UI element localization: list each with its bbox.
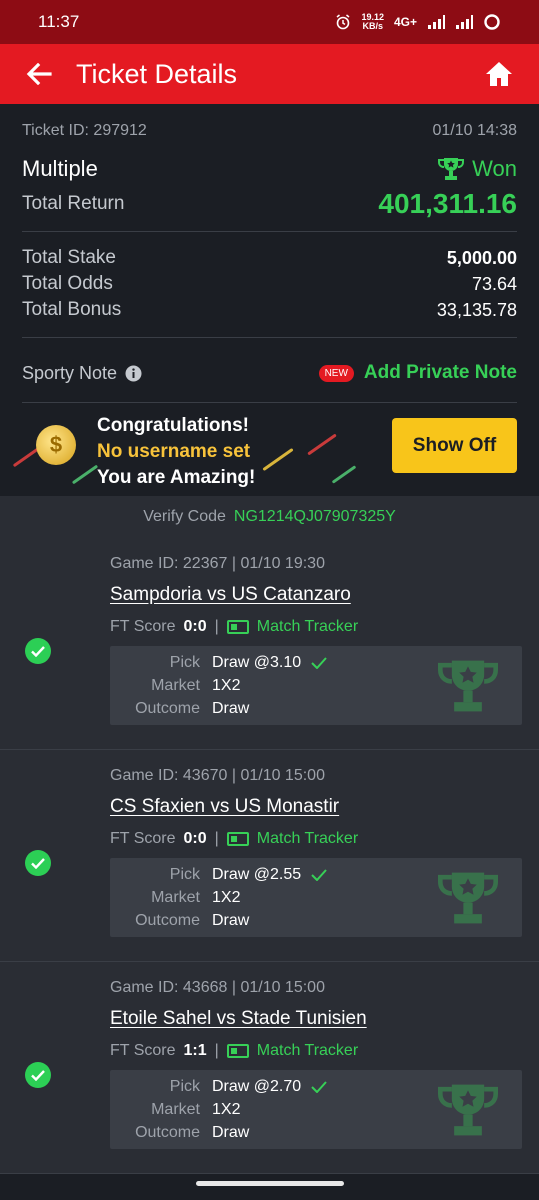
pick-details: Pick Draw @2.55 Market 1X2 Outcome Draw [110, 858, 522, 937]
confetti-streak [71, 464, 99, 485]
tracker-icon [226, 832, 249, 846]
game-card: Game ID: 22367 | 01/10 19:30 Sampdoria v… [0, 538, 539, 750]
outcome-value: Draw [212, 912, 250, 929]
total-odds-value: 73.64 [471, 273, 517, 294]
ticket-date: 01/10 14:38 [432, 122, 517, 139]
total-odds-label: Total Odds [22, 273, 113, 294]
check-circle-icon [25, 638, 51, 664]
check-circle-icon [25, 850, 51, 876]
trophy-watermark-icon [438, 1084, 498, 1136]
divider [22, 337, 517, 338]
outcome-value: Draw [212, 700, 250, 717]
trophy-icon [438, 158, 465, 180]
app-header: Ticket Details [0, 44, 539, 104]
status-bar: 11:37 19.12 KB/s 4G+ [0, 0, 539, 44]
home-indicator[interactable] [196, 1181, 344, 1186]
home-icon [486, 62, 512, 86]
ft-score: 1:1 [183, 1042, 207, 1059]
ft-score: 0:0 [183, 830, 207, 847]
market-value: 1X2 [212, 1101, 241, 1118]
ft-score-row: FT Score 0:0 | Match Tracker [110, 830, 359, 848]
verify-code-label: Verify Code [143, 508, 226, 525]
divider [22, 231, 517, 232]
market-value: 1X2 [212, 889, 241, 906]
checkmark-icon [311, 657, 327, 669]
pick-value: Draw @3.10 [212, 654, 302, 671]
tracker-icon [226, 1044, 249, 1058]
back-button[interactable] [14, 49, 64, 99]
confetti-streak [331, 465, 357, 484]
add-private-note-button[interactable]: NEW Add Private Note [318, 362, 517, 384]
ft-score-row: FT Score 1:1 | Match Tracker [110, 1042, 359, 1060]
game-id: Game ID: 43670 | 01/10 15:00 [110, 767, 325, 784]
match-teams-link[interactable]: Sampdoria vs US Catanzaro [110, 584, 351, 606]
battery-ring-icon [484, 14, 500, 30]
game-list: Game ID: 22367 | 01/10 19:30 Sampdoria v… [0, 538, 539, 1174]
banner-text: Congratulations! No username set You are… [97, 415, 256, 488]
match-tracker-link[interactable]: Match Tracker [226, 618, 358, 636]
total-bonus-value: 33,135.78 [436, 299, 517, 320]
total-bonus-label: Total Bonus [22, 299, 122, 320]
pick-value: Draw @2.70 [212, 1078, 302, 1095]
bet-type: Multiple [22, 156, 98, 181]
confetti-streak [262, 447, 294, 472]
congrats-banner: $ Congratulations! No username set You a… [0, 403, 539, 495]
verify-code-value[interactable]: NG1214QJ07907325Y [234, 508, 396, 526]
ticket-id: Ticket ID: 297912 [22, 122, 147, 139]
home-button[interactable] [481, 56, 517, 92]
game-card: Game ID: 43670 | 01/10 15:00 CS Sfaxien … [0, 750, 539, 962]
game-id: Game ID: 43668 | 01/10 15:00 [110, 979, 325, 996]
coin-icon: $ [36, 425, 76, 465]
won-status: Won [438, 156, 517, 182]
signal-icon [428, 15, 445, 29]
total-return-value: 401,311.16 [378, 188, 517, 219]
match-tracker-link[interactable]: Match Tracker [226, 1042, 358, 1060]
status-time: 11:37 [38, 12, 80, 31]
status-icons: 19.12 KB/s 4G+ [335, 13, 501, 31]
sporty-note-label: Sporty Note [22, 362, 118, 383]
confetti-streak [307, 433, 337, 456]
ft-score-row: FT Score 0:0 | Match Tracker [110, 618, 359, 636]
info-icon[interactable] [125, 365, 142, 382]
verify-code-bar: Verify Code NG1214QJ07907325Y [0, 496, 539, 538]
total-return-label: Total Return [22, 193, 125, 214]
alarm-icon [336, 14, 350, 30]
match-teams-link[interactable]: CS Sfaxien vs US Monastir [110, 796, 339, 818]
pick-details: Pick Draw @2.70 Market 1X2 Outcome Draw [110, 1070, 522, 1149]
show-off-button[interactable]: Show Off [392, 418, 517, 473]
network-speed: 19.12 KB/s [361, 12, 384, 31]
total-stake-label: Total Stake [22, 247, 116, 268]
checkmark-icon [311, 869, 327, 881]
signal-icon-2 [456, 15, 473, 29]
trophy-watermark-icon [438, 872, 498, 924]
page-title: Ticket Details [76, 58, 238, 89]
outcome-value: Draw [212, 1124, 250, 1141]
game-id: Game ID: 22367 | 01/10 19:30 [110, 555, 325, 572]
pick-details: Pick Draw @3.10 Market 1X2 Outcome Draw [110, 646, 522, 725]
add-private-note-label: Add Private Note [363, 362, 517, 383]
market-value: 1X2 [212, 677, 241, 694]
total-stake-value: 5,000.00 [446, 247, 517, 268]
game-card: Game ID: 43668 | 01/10 15:00 Etoile Sahe… [0, 962, 539, 1174]
tracker-icon [226, 620, 249, 634]
match-teams-link[interactable]: Etoile Sahel vs Stade Tunisien [110, 1008, 367, 1030]
new-badge: NEW [318, 364, 354, 382]
ft-score: 0:0 [183, 618, 207, 635]
checkmark-icon [311, 1081, 327, 1093]
trophy-watermark-icon [438, 660, 498, 712]
match-tracker-link[interactable]: Match Tracker [226, 830, 358, 848]
pick-value: Draw @2.55 [212, 866, 302, 883]
arrow-left-icon [26, 63, 52, 85]
check-circle-icon [25, 1062, 51, 1088]
network-type: 4G+ [393, 15, 417, 29]
